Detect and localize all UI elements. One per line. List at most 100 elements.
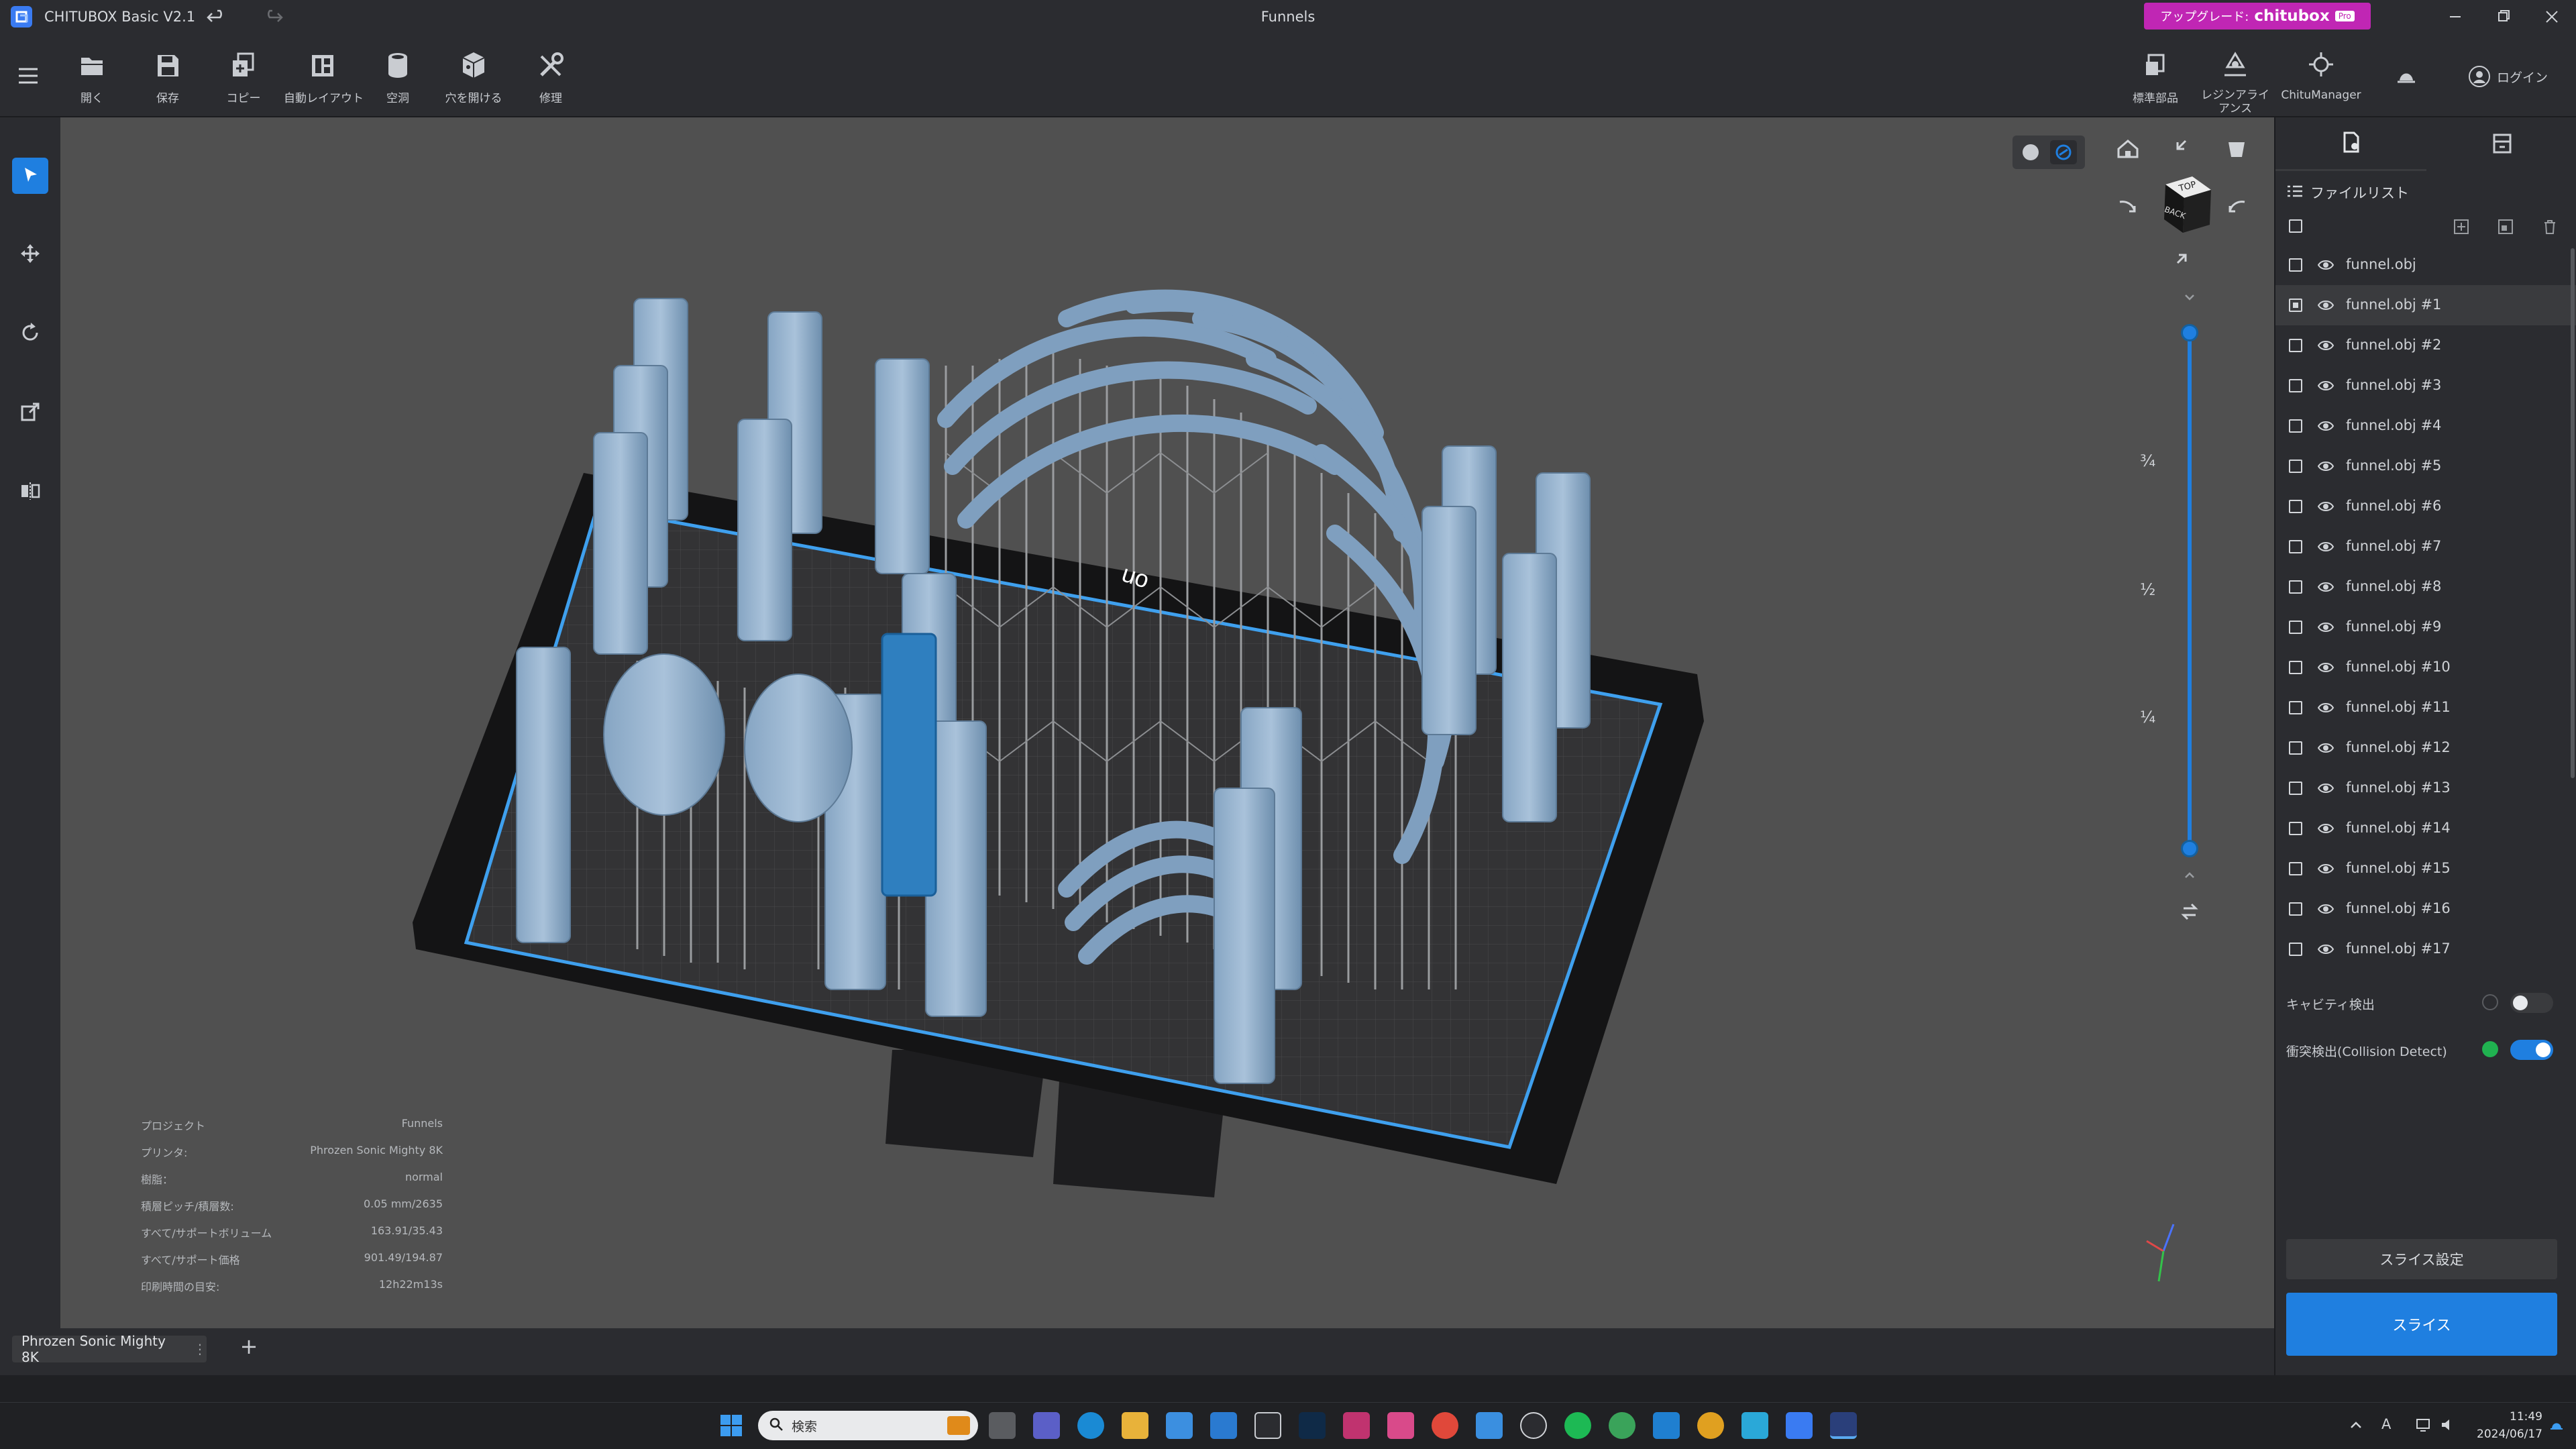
copy-button[interactable]: コピー [207,47,280,114]
chrome-profile-icon[interactable] [1609,1412,1635,1439]
file-list-item[interactable]: funnel.obj #7 [2275,527,2576,567]
visibility-eye-icon[interactable] [2317,820,2334,837]
malwarebytes-icon[interactable] [1741,1412,1768,1439]
layer-slider-bottom-handle[interactable] [2181,840,2198,857]
undo-button[interactable] [205,5,229,28]
vscode-icon[interactable] [1653,1412,1680,1439]
network-icon[interactable] [2415,1416,2432,1434]
file-explorer-icon[interactable] [1122,1412,1148,1439]
hollow-button[interactable]: 空洞 [361,47,435,114]
slice-button[interactable]: スライス [2286,1293,2557,1356]
rotate-view-down-icon[interactable] [2167,134,2196,164]
file-list-item[interactable]: funnel.obj #1 [2275,285,2576,325]
file-list-item[interactable]: funnel.obj #2 [2275,325,2576,366]
file-list-scrollbar[interactable] [2571,248,2575,778]
resin-alliance-button[interactable]: レジンアライアンス [2197,47,2273,115]
file-list-item[interactable]: funnel.obj #5 [2275,446,2576,486]
solid-shading-icon[interactable] [2023,144,2039,160]
blender-icon[interactable] [1476,1412,1503,1439]
visibility-eye-icon[interactable] [2317,780,2334,796]
maximize-button[interactable] [2490,3,2517,30]
visibility-eye-icon[interactable] [2317,458,2334,474]
visibility-eye-icon[interactable] [2317,337,2334,354]
file-checkbox[interactable] [2289,741,2302,755]
xray-shading-icon[interactable] [2050,140,2077,164]
select-tool-button[interactable] [12,158,48,194]
visibility-eye-icon[interactable] [2317,901,2334,917]
chrome-icon[interactable] [1432,1412,1458,1439]
visibility-eye-icon[interactable] [2317,539,2334,555]
file-list-item[interactable]: funnel.obj #10 [2275,647,2576,688]
file-checkbox[interactable] [2289,862,2302,875]
file-checkbox[interactable] [2289,299,2302,312]
auto-layout-button[interactable]: 自動レイアウト [284,47,364,114]
file-checkbox[interactable] [2289,540,2302,553]
file-checkbox[interactable] [2289,782,2302,795]
minimize-button[interactable] [2442,3,2469,30]
close-button[interactable] [2538,3,2565,30]
edge-icon[interactable] [1077,1412,1104,1439]
file-checkbox[interactable] [2289,943,2302,956]
slice-settings-button[interactable]: スライス設定 [2286,1239,2557,1279]
layer-slider-down-arrow[interactable] [2180,865,2199,884]
save-button[interactable]: 保存 [131,47,205,114]
clock[interactable]: 11:49 2024/06/17 [2469,1408,2542,1443]
file-checkbox[interactable] [2289,701,2302,714]
add-printer-tab-button[interactable]: + [239,1334,259,1360]
notification-icon[interactable] [2548,1416,2565,1434]
panel-tab-files[interactable] [2275,117,2426,171]
visibility-eye-icon[interactable] [2317,740,2334,756]
move-tool-button[interactable] [12,237,48,273]
file-checkbox[interactable] [2289,379,2302,392]
file-list-item[interactable]: funnel.obj #17 [2275,929,2576,969]
upgrade-button[interactable]: アップグレード: chitubox Pro [2144,3,2371,30]
repair-button[interactable]: 修理 [514,47,588,114]
home-view-icon[interactable] [2113,134,2143,164]
notification-bell-icon[interactable] [2392,62,2421,91]
file-list-item[interactable]: funnel.obj #14 [2275,808,2576,849]
file-checkbox[interactable] [2289,258,2302,272]
visibility-eye-icon[interactable] [2317,659,2334,676]
mirror-tool-button[interactable] [12,474,48,511]
render-mode-toggle[interactable] [2012,136,2085,169]
rotate-view-right-icon[interactable] [2222,191,2251,221]
file-checkbox[interactable] [2289,339,2302,352]
visibility-eye-icon[interactable] [2317,861,2334,877]
file-list-item[interactable]: funnel.obj #13 [2275,768,2576,808]
printer-tab[interactable]: Phrozen Sonic Mighty 8K ⋮ [12,1333,207,1365]
file-list-item[interactable]: funnel.obj #15 [2275,849,2576,889]
file-list-item[interactable]: funnel.obj #4 [2275,406,2576,446]
visibility-eye-icon[interactable] [2317,498,2334,515]
cavity-detect-toggle[interactable] [2510,993,2553,1013]
file-checkbox[interactable] [2289,621,2302,634]
spotify-icon[interactable] [1564,1412,1591,1439]
chitumanager-button[interactable]: ChituManager [2281,47,2361,114]
group-file-icon[interactable] [2496,217,2516,237]
file-checkbox[interactable] [2289,822,2302,835]
openai-icon[interactable] [1254,1412,1281,1439]
redo-button[interactable] [260,5,284,28]
hamburger-menu-icon[interactable] [15,64,42,88]
file-list-item[interactable]: funnel.obj #8 [2275,567,2576,607]
file-checkbox[interactable] [2289,460,2302,473]
login-button[interactable]: ログイン [2469,62,2569,91]
visibility-eye-icon[interactable] [2317,378,2334,394]
file-list-item[interactable]: funnel.obj #6 [2275,486,2576,527]
chitubox-taskbar-icon[interactable] [1786,1412,1813,1439]
scale-tool-button[interactable] [12,395,48,431]
chitubox-active-icon[interactable] [1830,1412,1857,1439]
file-list-item[interactable]: funnel.obj #9 [2275,607,2576,647]
visibility-eye-icon[interactable] [2317,257,2334,273]
rotate-view-up-icon[interactable] [2167,241,2196,271]
github-icon[interactable] [1520,1412,1547,1439]
standard-parts-button[interactable]: 標準部品 [2118,47,2192,114]
file-list-item[interactable]: funnel.obj #16 [2275,889,2576,929]
open-button[interactable]: 開く [55,47,129,114]
collision-detect-toggle[interactable] [2510,1040,2553,1060]
file-checkbox[interactable] [2289,580,2302,594]
start-button[interactable] [718,1412,745,1439]
selected-part[interactable] [881,633,937,897]
file-checkbox[interactable] [2289,419,2302,433]
photoshop-icon[interactable] [1299,1412,1326,1439]
rotate-view-left-icon[interactable] [2113,191,2143,221]
